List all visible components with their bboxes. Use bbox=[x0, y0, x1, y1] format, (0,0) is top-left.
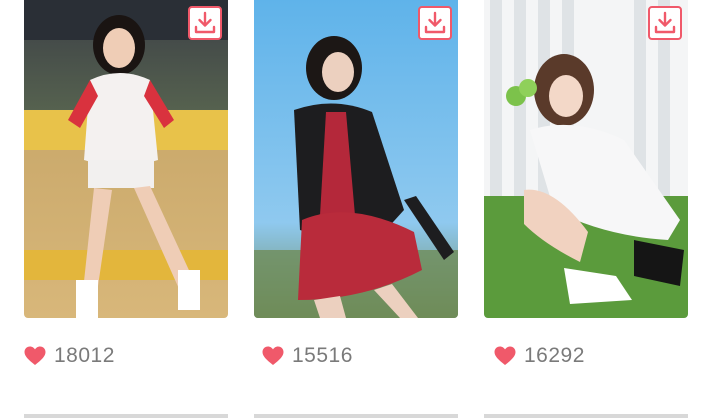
next-card-edge bbox=[484, 414, 688, 418]
photo-image bbox=[484, 0, 688, 318]
download-icon bbox=[424, 11, 446, 34]
photo-thumbnail[interactable] bbox=[24, 0, 228, 318]
like-count: 18012 bbox=[54, 344, 115, 367]
heart-icon[interactable] bbox=[262, 346, 284, 366]
photo-image bbox=[254, 0, 458, 318]
photo-card-1[interactable]: 18012 bbox=[24, 0, 228, 418]
download-button[interactable] bbox=[648, 6, 682, 40]
download-button[interactable] bbox=[188, 6, 222, 40]
heart-icon[interactable] bbox=[494, 346, 516, 366]
next-card-edge bbox=[24, 414, 228, 418]
like-counter[interactable]: 16292 bbox=[494, 343, 585, 369]
download-button[interactable] bbox=[418, 6, 452, 40]
heart-icon[interactable] bbox=[24, 346, 46, 366]
like-count: 15516 bbox=[292, 344, 353, 367]
like-counter[interactable]: 15516 bbox=[262, 343, 353, 369]
photo-thumbnail[interactable] bbox=[484, 0, 688, 318]
photo-image bbox=[24, 0, 228, 318]
like-count: 16292 bbox=[524, 344, 585, 367]
download-icon bbox=[194, 11, 216, 34]
photo-card-3[interactable]: 16292 bbox=[484, 0, 688, 418]
photo-thumbnail[interactable] bbox=[254, 0, 458, 318]
next-card-edge bbox=[254, 414, 458, 418]
download-icon bbox=[654, 11, 676, 34]
like-counter[interactable]: 18012 bbox=[24, 343, 115, 369]
photo-card-2[interactable]: 15516 bbox=[254, 0, 458, 418]
